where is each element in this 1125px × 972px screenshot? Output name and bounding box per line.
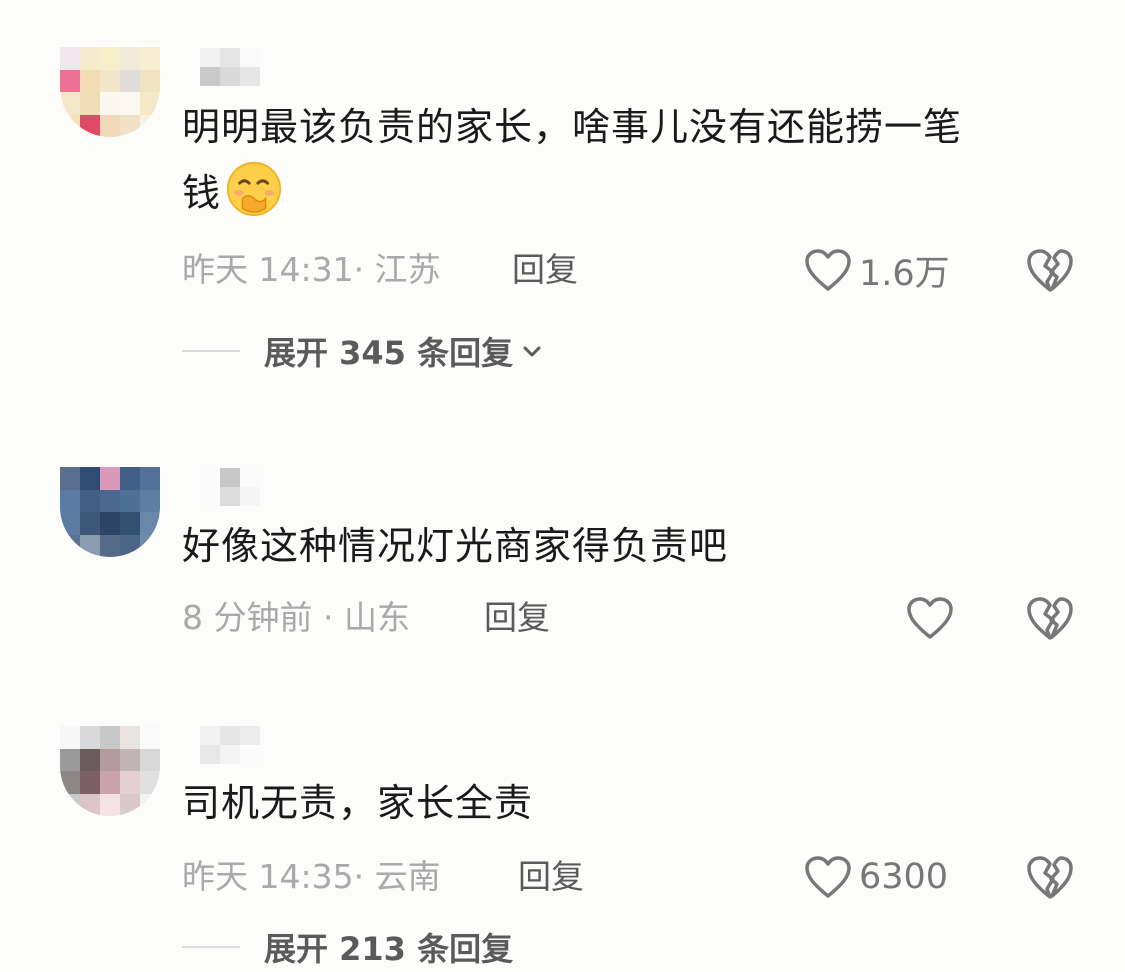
comment-text: 司机无责，家长全责 bbox=[182, 781, 534, 825]
expand-replies-label: 展开 345 条回复 bbox=[264, 334, 514, 372]
avatar[interactable] bbox=[60, 726, 160, 816]
heart-outline-icon bbox=[907, 597, 953, 639]
expand-replies-button[interactable]: 展开 213 条回复 bbox=[182, 922, 513, 972]
reply-button[interactable]: 回复 bbox=[518, 852, 584, 902]
heart-outline-icon bbox=[805, 249, 851, 291]
timestamp-location: 昨天 14:35· 云南 bbox=[182, 857, 441, 896]
like-button[interactable]: 1.6万 bbox=[803, 245, 950, 295]
shushing-face-emoji bbox=[226, 161, 282, 217]
broken-heart-icon[interactable] bbox=[1025, 594, 1075, 642]
expand-replies-button[interactable]: 展开 345 条回复 bbox=[182, 326, 543, 376]
username[interactable] bbox=[200, 48, 260, 86]
avatar[interactable] bbox=[60, 467, 160, 557]
heart-outline-icon bbox=[805, 856, 851, 898]
like-button[interactable]: 6300 bbox=[803, 852, 948, 902]
timestamp-location: 昨天 14:31· 江苏 bbox=[182, 250, 441, 289]
reply-button[interactable]: 回复 bbox=[484, 593, 550, 643]
divider-line bbox=[182, 350, 240, 352]
broken-heart-icon[interactable] bbox=[1025, 853, 1075, 901]
comment-item: 明明最该负责的家长，啥事儿没有还能捞一笔 钱 昨天 14:31· 江苏 回复 1… bbox=[0, 0, 1125, 420]
broken-heart-icon[interactable] bbox=[1025, 246, 1075, 294]
like-count: 6300 bbox=[859, 857, 949, 897]
timestamp-location: 8 分钟前 · 山东 bbox=[182, 598, 410, 637]
expand-replies-label: 展开 213 条回复 bbox=[264, 930, 514, 968]
like-count: 1.6万 bbox=[859, 253, 950, 294]
divider-line bbox=[182, 946, 240, 948]
comment-text: 好像这种情况灯光商家得负责吧 bbox=[182, 524, 729, 568]
avatar[interactable] bbox=[60, 47, 160, 137]
reply-button[interactable]: 回复 bbox=[512, 245, 578, 295]
comment-text: 明明最该负责的家长，啥事儿没有还能捞一笔 钱 bbox=[182, 94, 1082, 226]
username[interactable] bbox=[200, 726, 260, 764]
username[interactable] bbox=[200, 468, 260, 506]
chevron-down-icon bbox=[523, 346, 541, 357]
like-button[interactable] bbox=[905, 593, 961, 643]
